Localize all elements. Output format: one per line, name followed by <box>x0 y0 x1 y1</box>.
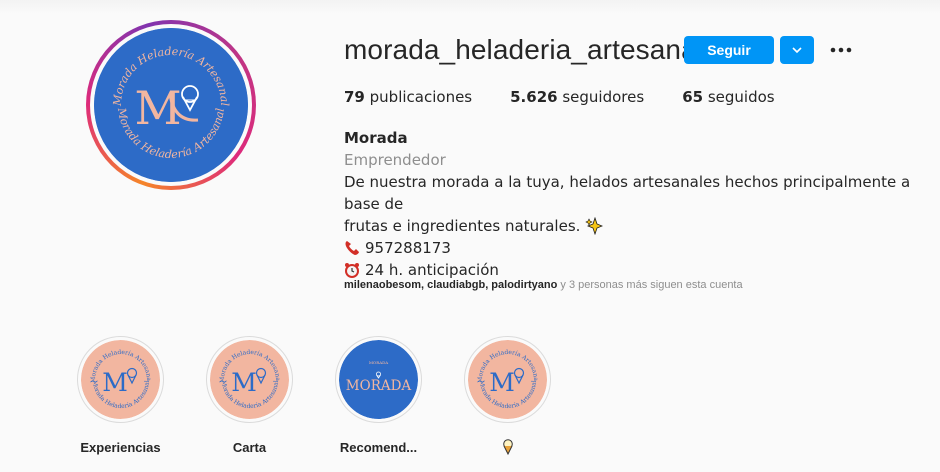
posts-label: publicaciones <box>369 88 473 106</box>
svg-text:M: M <box>102 368 128 397</box>
suggestions-dropdown-button[interactable] <box>780 36 814 64</box>
highlight-recomend[interactable]: MORADA MORADA Recomend... <box>314 336 443 455</box>
bio-notice-row: 24 h. anticipación <box>344 259 934 281</box>
profile-username: morada_heladeria_artesanal <box>344 34 704 65</box>
followed-by-names: milenaobesom, claudiabgb, palodirtyano <box>344 279 558 291</box>
highlight-cover-image: Morada Heladería Artesanal Morada Helade… <box>468 340 547 419</box>
highlight-cover-image: Morada Heladería Artesanal Morada Helade… <box>210 340 289 419</box>
profile-stats: 79 publicaciones 5.626 seguidores 65 seg… <box>344 88 813 106</box>
highlight-label: Recomend... <box>339 439 418 455</box>
svg-text:MORADA: MORADA <box>346 378 412 394</box>
highlight-cover: Morada Heladería Artesanal Morada Helade… <box>206 336 293 423</box>
ice-cream-icon <box>502 439 513 455</box>
highlight-cover: MORADA MORADA <box>335 336 422 423</box>
highlight-carta[interactable]: Morada Heladería Artesanal Morada Helade… <box>185 336 314 455</box>
posts-stat: 79 publicaciones <box>344 88 472 106</box>
svg-text:M: M <box>231 368 257 397</box>
highlight-label <box>501 439 515 455</box>
highlight-label: Carta <box>232 439 267 455</box>
profile-avatar[interactable]: Morada Heladería Artesanal Morada Helade… <box>86 20 256 190</box>
highlight-experiencias[interactable]: Morada Heladería Artesanal Morada Helade… <box>56 336 185 455</box>
avatar-logo: Morada Heladería Artesanal Morada Helade… <box>94 28 248 182</box>
follow-button[interactable]: Seguir <box>684 36 774 64</box>
profile-bio: Morada Emprendedor De nuestra morada a l… <box>344 127 934 281</box>
top-background-strip <box>0 0 940 14</box>
telephone-icon <box>345 241 359 255</box>
following-label: seguidos <box>707 88 775 106</box>
bio-category: Emprendedor <box>344 151 446 169</box>
followed-by-rest: y 3 personas más siguen esta cuenta <box>557 279 743 291</box>
more-options-button[interactable] <box>826 36 856 64</box>
svg-text:MORADA: MORADA <box>369 360 388 365</box>
followed-by-text[interactable]: milenaobesom, claudiabgb, palodirtyano y… <box>344 279 743 291</box>
posts-count: 79 <box>344 88 365 106</box>
bio-description-line-2: frutas e ingredientes naturales. <box>344 217 581 235</box>
followers-stat[interactable]: 5.626 seguidores <box>510 88 644 106</box>
highlight-cover: Morada Heladería Artesanal Morada Helade… <box>77 336 164 423</box>
followers-label: seguidores <box>562 88 645 106</box>
highlight-cover-image: MORADA MORADA <box>339 340 418 419</box>
highlight-ice-cream[interactable]: Morada Heladería Artesanal Morada Helade… <box>443 336 572 455</box>
bio-description-line-1: De nuestra morada a la tuya, helados art… <box>344 173 911 213</box>
story-highlights: Morada Heladería Artesanal Morada Helade… <box>56 336 572 455</box>
highlight-label: Experiencias <box>80 439 161 455</box>
chevron-down-icon <box>792 47 802 54</box>
highlight-cover: Morada Heladería Artesanal Morada Helade… <box>464 336 551 423</box>
bio-name: Morada <box>344 129 408 147</box>
bio-phone: 957288173 <box>365 239 451 257</box>
highlight-cover-image: Morada Heladería Artesanal Morada Helade… <box>81 340 160 419</box>
alarm-clock-icon <box>345 263 359 278</box>
sparkles-icon <box>585 217 604 235</box>
bio-notice: 24 h. anticipación <box>365 261 499 279</box>
following-count: 65 <box>682 88 704 106</box>
ellipsis-icon <box>830 47 852 53</box>
following-stat[interactable]: 65 seguidos <box>682 88 774 106</box>
followers-count: 5.626 <box>510 88 558 106</box>
svg-text:M: M <box>489 368 515 397</box>
bio-phone-row: 957288173 <box>344 237 934 259</box>
bio-description-line-2-row: frutas e ingredientes naturales. <box>344 215 934 237</box>
